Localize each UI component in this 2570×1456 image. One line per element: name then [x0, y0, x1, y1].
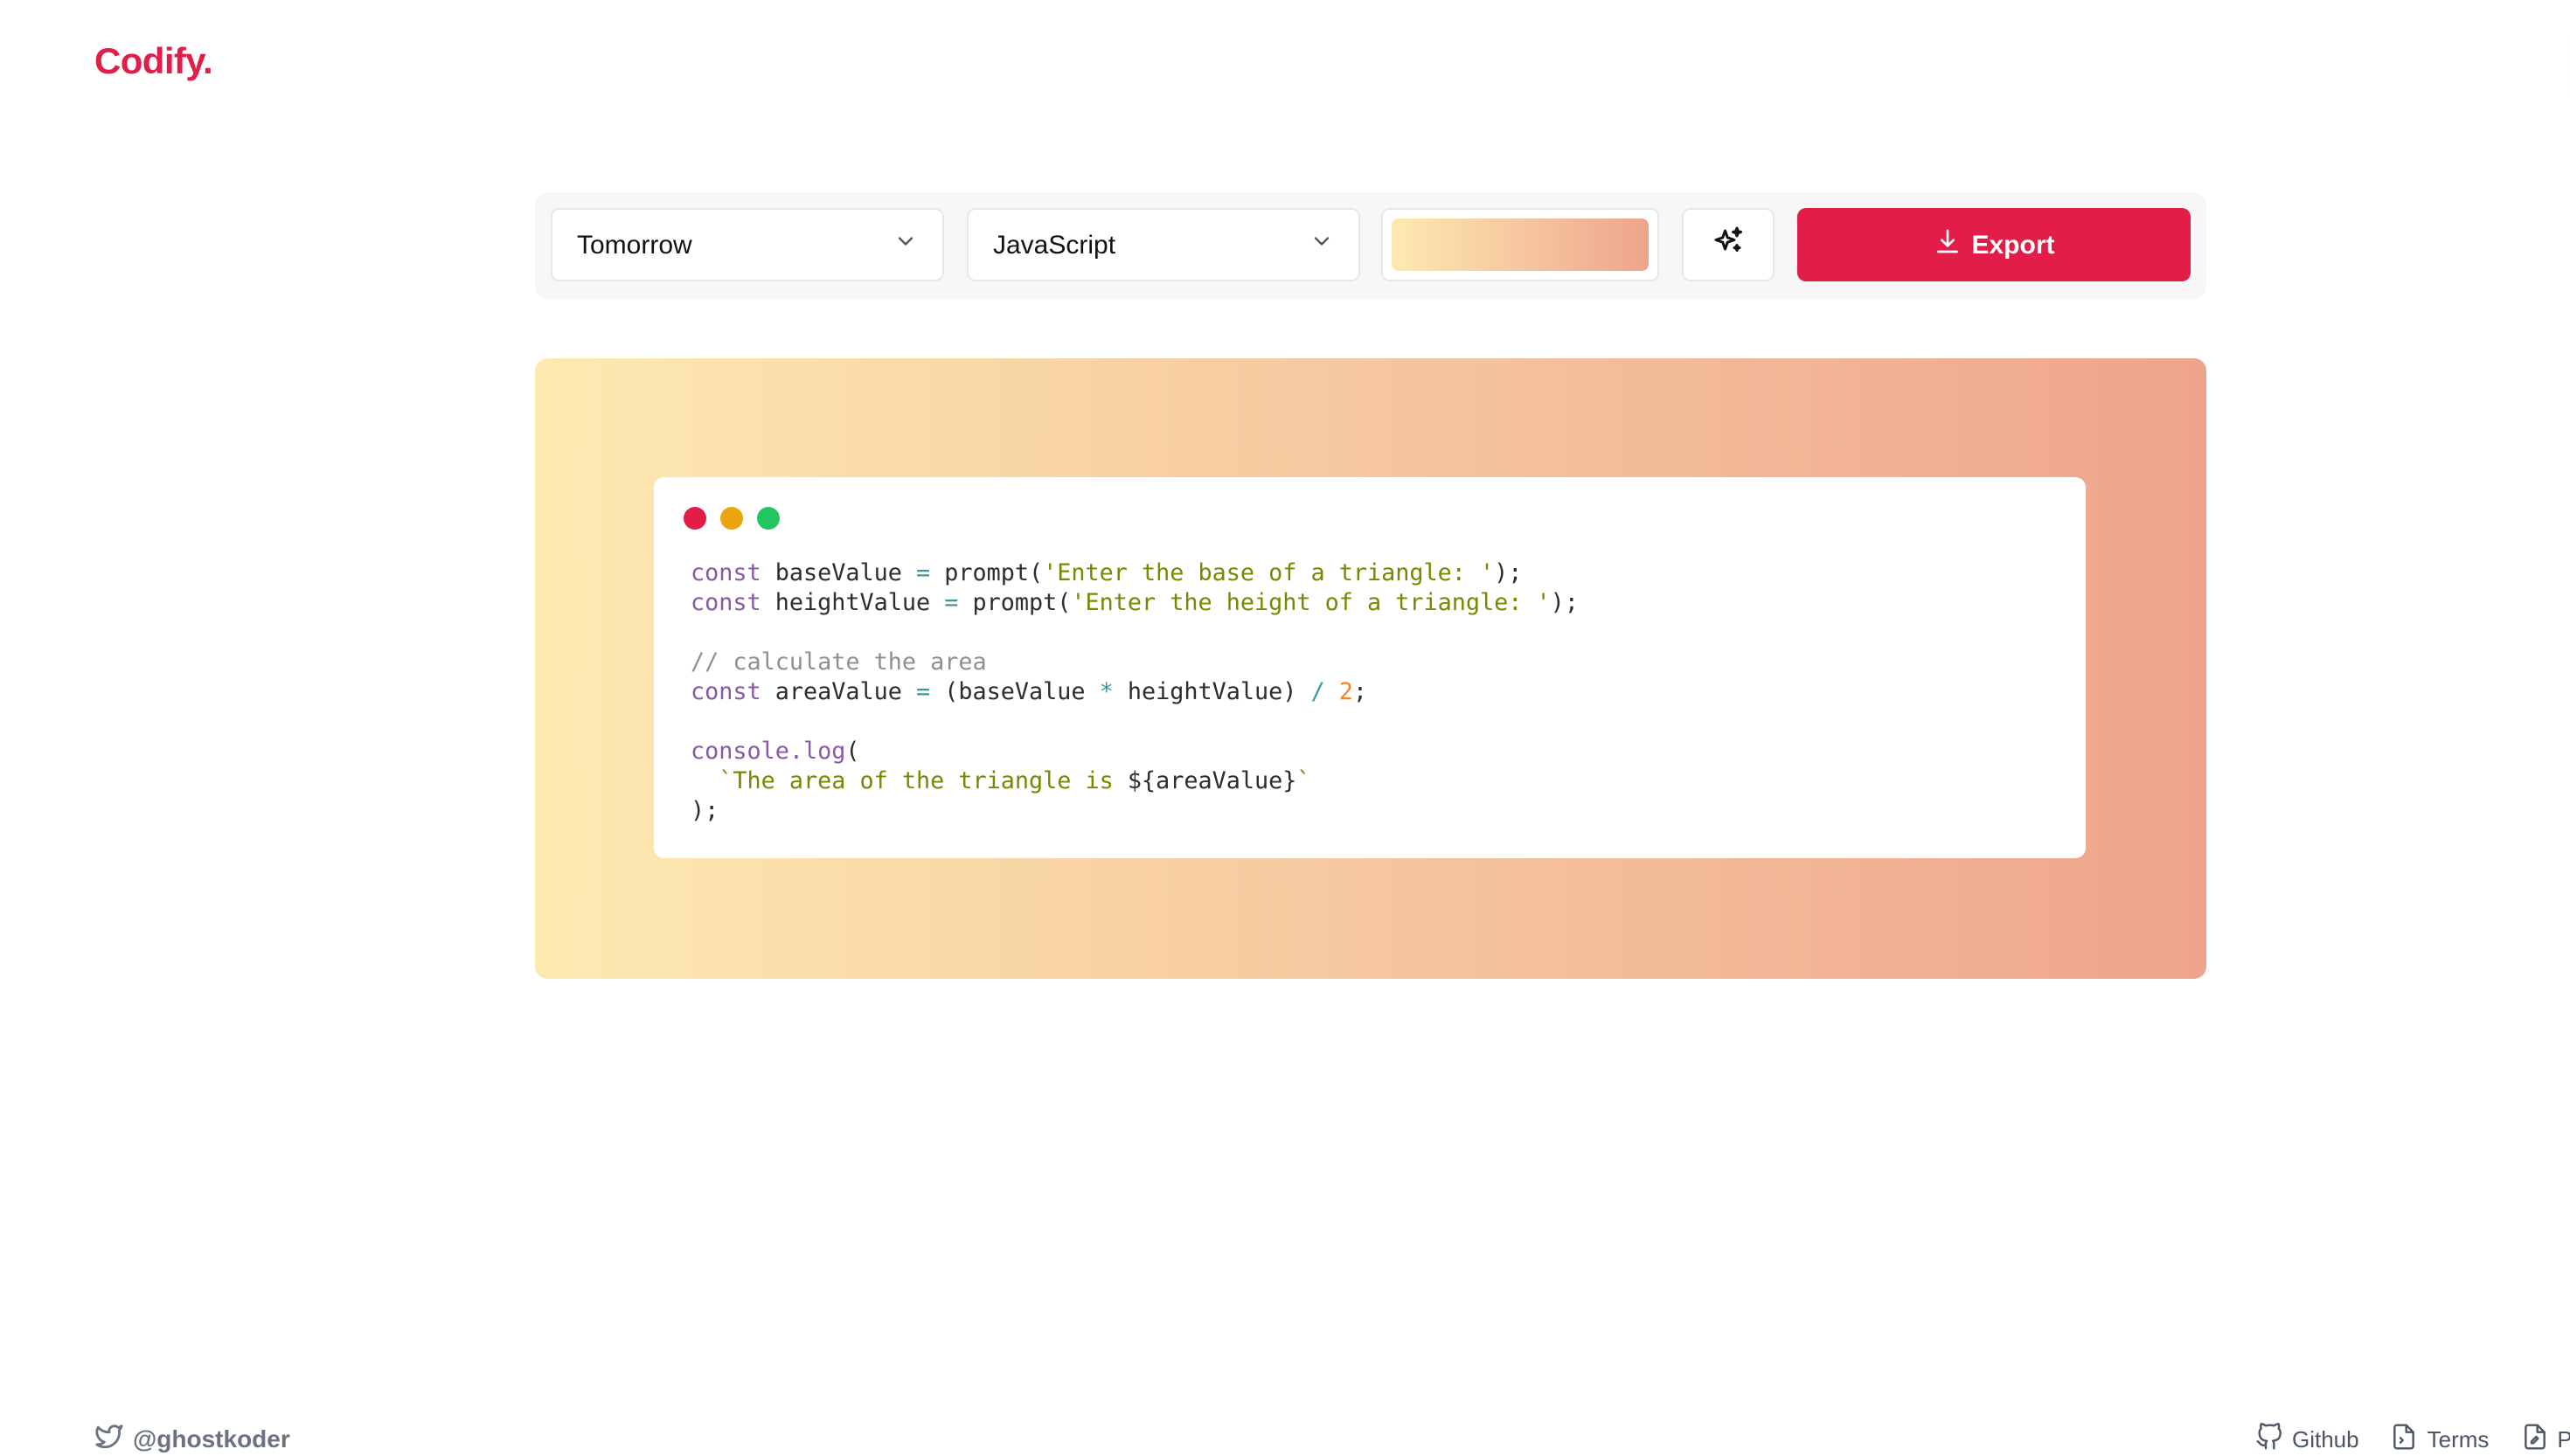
code-token: 'Enter the height of a triangle: '	[1071, 591, 1551, 617]
code-token: heightValue)	[1113, 680, 1311, 706]
code-token: baseValue	[761, 561, 916, 587]
code-token: (baseValue	[930, 680, 1100, 706]
maximize-dot	[757, 507, 780, 530]
code-token: 2	[1338, 680, 1353, 706]
background-picker[interactable]	[1381, 208, 1659, 281]
code-token: heightValue	[761, 591, 945, 617]
chevron-down-icon	[1309, 229, 1334, 260]
page: Codify. Tomorrow JavaScript Export const…	[0, 0, 2570, 1453]
code-token: 'Enter the base of a triangle: '	[1043, 561, 1495, 587]
code-token: `The area of the triangle is	[691, 769, 1128, 795]
privacy-label: Privacy	[2557, 1426, 2570, 1453]
code-token: const	[691, 561, 761, 587]
download-icon	[1933, 227, 1961, 262]
sparkles-icon	[1712, 225, 1744, 265]
terms-link[interactable]: Terms	[2391, 1423, 2490, 1456]
code-token: );	[1550, 591, 1579, 617]
code-token: `	[1296, 769, 1311, 795]
twitter-icon	[94, 1421, 124, 1456]
code-token: prompt(	[958, 591, 1072, 617]
github-link[interactable]: Github	[2255, 1423, 2359, 1456]
close-dot	[684, 507, 706, 530]
logo[interactable]: Codify.	[94, 42, 213, 84]
window-controls	[684, 507, 780, 530]
code-token: areaValue	[761, 680, 916, 706]
twitter-link[interactable]: @ghostkoder	[94, 1421, 290, 1456]
code-token: console.log	[691, 739, 846, 766]
code-token: =	[916, 680, 931, 706]
code-line: const heightValue = prompt('Enter the he…	[691, 589, 1579, 619]
privacy-file-icon	[2520, 1423, 2548, 1456]
minimize-dot	[720, 507, 743, 530]
twitter-handle: @ghostkoder	[133, 1425, 290, 1453]
code-canvas: const baseValue = prompt('Enter the base…	[535, 358, 2206, 979]
export-label: Export	[1971, 230, 2055, 260]
code-token: // calculate the area	[691, 650, 987, 676]
code-token: prompt(	[930, 561, 1044, 587]
code-token: const	[691, 680, 761, 706]
code-token: );	[691, 799, 719, 825]
code-token: =	[944, 591, 959, 617]
code-token: const	[691, 591, 761, 617]
theme-select[interactable]: Tomorrow	[551, 208, 944, 281]
code-line: console.log(	[691, 738, 1579, 767]
code-token: *	[1099, 680, 1114, 706]
code-token: ;	[1352, 680, 1367, 706]
theme-select-value: Tomorrow	[577, 230, 692, 260]
github-label: Github	[2292, 1426, 2359, 1453]
code-line: );	[691, 797, 1579, 827]
chevron-down-icon	[893, 229, 918, 260]
code-token: (	[845, 739, 860, 766]
code-line: `The area of the triangle is ${areaValue…	[691, 767, 1579, 797]
background-swatch	[1392, 218, 1649, 271]
code-window: const baseValue = prompt('Enter the base…	[654, 477, 2086, 858]
footer-links: Github Terms Privacy	[2255, 1423, 2570, 1456]
code-token: ${areaValue}	[1127, 769, 1297, 795]
code-line: const baseValue = prompt('Enter the base…	[691, 559, 1579, 589]
export-button[interactable]: Export	[1797, 208, 2191, 281]
terms-label: Terms	[2427, 1426, 2490, 1453]
code-line: // calculate the area	[691, 648, 1579, 678]
github-icon	[2255, 1423, 2283, 1456]
code-token: /	[1310, 680, 1325, 706]
toolbar: Tomorrow JavaScript Export	[535, 192, 2206, 299]
language-select-value: JavaScript	[993, 230, 1116, 260]
terms-file-icon	[2391, 1423, 2419, 1456]
code-line: const areaValue = (baseValue * heightVal…	[691, 678, 1579, 708]
code-token: =	[916, 561, 931, 587]
code-token: );	[1494, 561, 1523, 587]
code-editor[interactable]: const baseValue = prompt('Enter the base…	[691, 559, 1579, 827]
language-select[interactable]: JavaScript	[967, 208, 1360, 281]
magic-button[interactable]	[1682, 208, 1775, 281]
privacy-link[interactable]: Privacy	[2520, 1423, 2570, 1456]
